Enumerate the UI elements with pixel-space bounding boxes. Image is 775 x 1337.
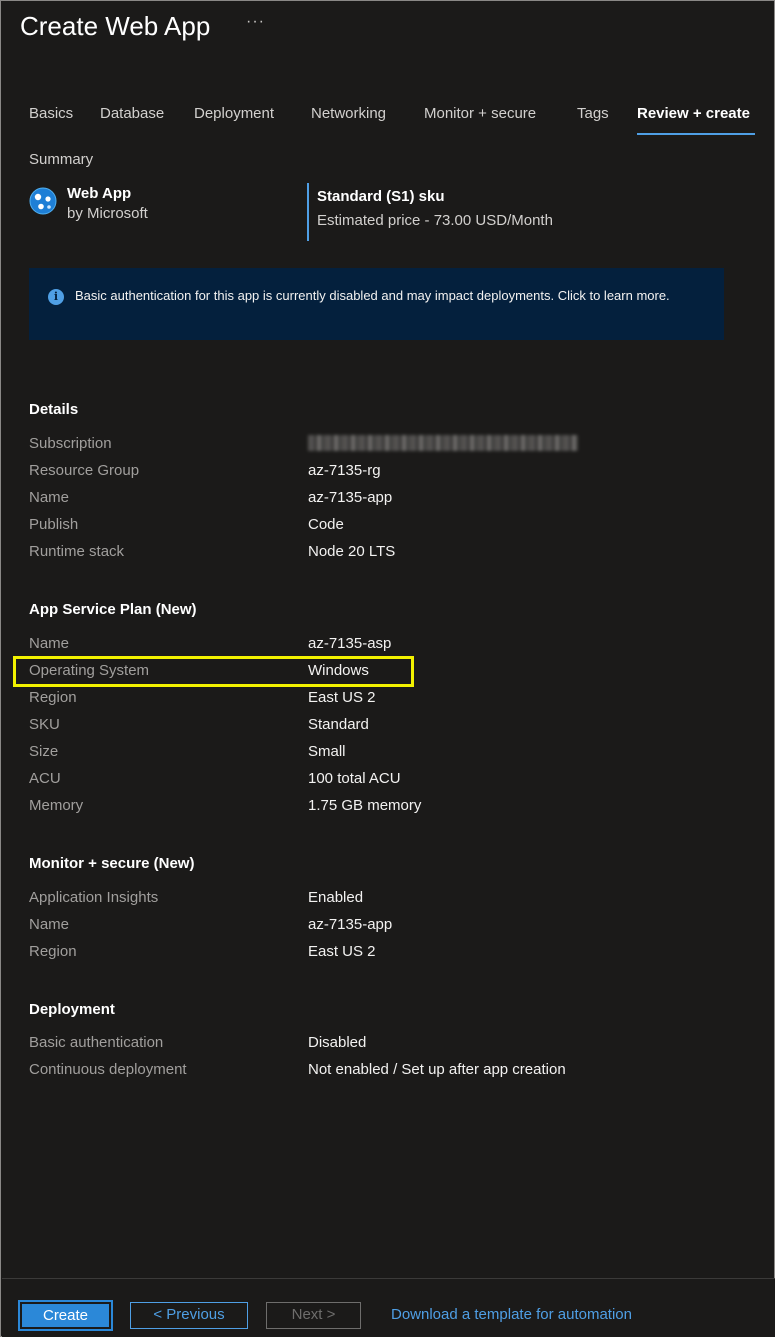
runtime-stack-value: Node 20 LTS [308,543,396,560]
monitor-name-value: az-7135-app [308,916,393,933]
size-value: Small [308,743,346,760]
create-button[interactable]: Create [18,1300,113,1331]
details-section-title: Details [29,401,79,418]
tab-deployment[interactable]: Deployment [194,105,311,135]
basic-auth-label: Basic authentication [29,1034,164,1051]
resource-group-label: Resource Group [29,462,140,479]
page-title: Create Web App [20,11,211,41]
basic-auth-value: Disabled [308,1034,367,1051]
app-publisher: by Microsoft [67,205,148,222]
web-app-icon [29,187,57,215]
monitor-region-value: East US 2 [308,943,376,960]
basic-auth-info-banner[interactable]: i Basic authentication for this app is c… [29,268,724,340]
tab-monitor-secure[interactable]: Monitor + secure [424,105,577,135]
deployment-section-title: Deployment [29,1001,115,1018]
sku-name: Standard (S1) sku [317,188,445,205]
acu-label: ACU [29,770,61,787]
sku-label: SKU [29,716,60,733]
more-options-icon[interactable]: ··· [246,13,265,31]
create-web-app-blade: Create Web App ··· Basics Database Deplo… [0,0,775,1337]
tab-review-create[interactable]: Review + create [637,105,755,135]
tab-database[interactable]: Database [100,105,194,135]
continuous-deployment-value: Not enabled / Set up after app creation [308,1061,566,1078]
app-name: Web App [67,185,132,202]
sku-value: Standard [308,716,369,733]
tab-tags[interactable]: Tags [577,105,637,135]
previous-button[interactable]: < Previous [130,1302,248,1329]
summary-label: Summary [29,151,94,168]
size-label: Size [29,743,59,760]
app-insights-label: Application Insights [29,889,159,906]
plan-name-value: az-7135-asp [308,635,392,652]
continuous-deployment-label: Continuous deployment [29,1061,187,1078]
operating-system-highlight [13,656,414,687]
subscription-value-redacted [308,435,578,451]
monitor-name-label: Name [29,916,70,933]
banner-text: Basic authentication for this app is cur… [75,288,670,303]
app-insights-value: Enabled [308,889,364,906]
wizard-footer: Create < Previous Next > Download a temp… [2,1278,775,1337]
tab-basics[interactable]: Basics [29,105,100,135]
name-value: az-7135-app [308,489,393,506]
tab-networking[interactable]: Networking [311,105,424,135]
acu-value: 100 total ACU [308,770,401,787]
publish-label: Publish [29,516,79,533]
monitor-section-title: Monitor + secure (New) [29,855,195,872]
memory-label: Memory [29,797,84,814]
region-value: East US 2 [308,689,376,706]
plan-name-label: Name [29,635,70,652]
memory-value: 1.75 GB memory [308,797,422,814]
info-icon: i [48,289,64,305]
subscription-label: Subscription [29,435,112,452]
name-label: Name [29,489,70,506]
publish-value: Code [308,516,344,533]
region-label: Region [29,689,77,706]
wizard-tabs: Basics Database Deployment Networking Mo… [29,105,755,137]
monitor-region-label: Region [29,943,77,960]
resource-group-value: az-7135-rg [308,462,381,479]
plan-section-title: App Service Plan (New) [29,601,197,618]
sku-divider [307,183,309,241]
estimated-price: Estimated price - 73.00 USD/Month [317,212,553,229]
runtime-stack-label: Runtime stack [29,543,125,560]
download-template-link[interactable]: Download a template for automation [391,1306,632,1323]
next-button[interactable]: Next > [266,1302,361,1329]
